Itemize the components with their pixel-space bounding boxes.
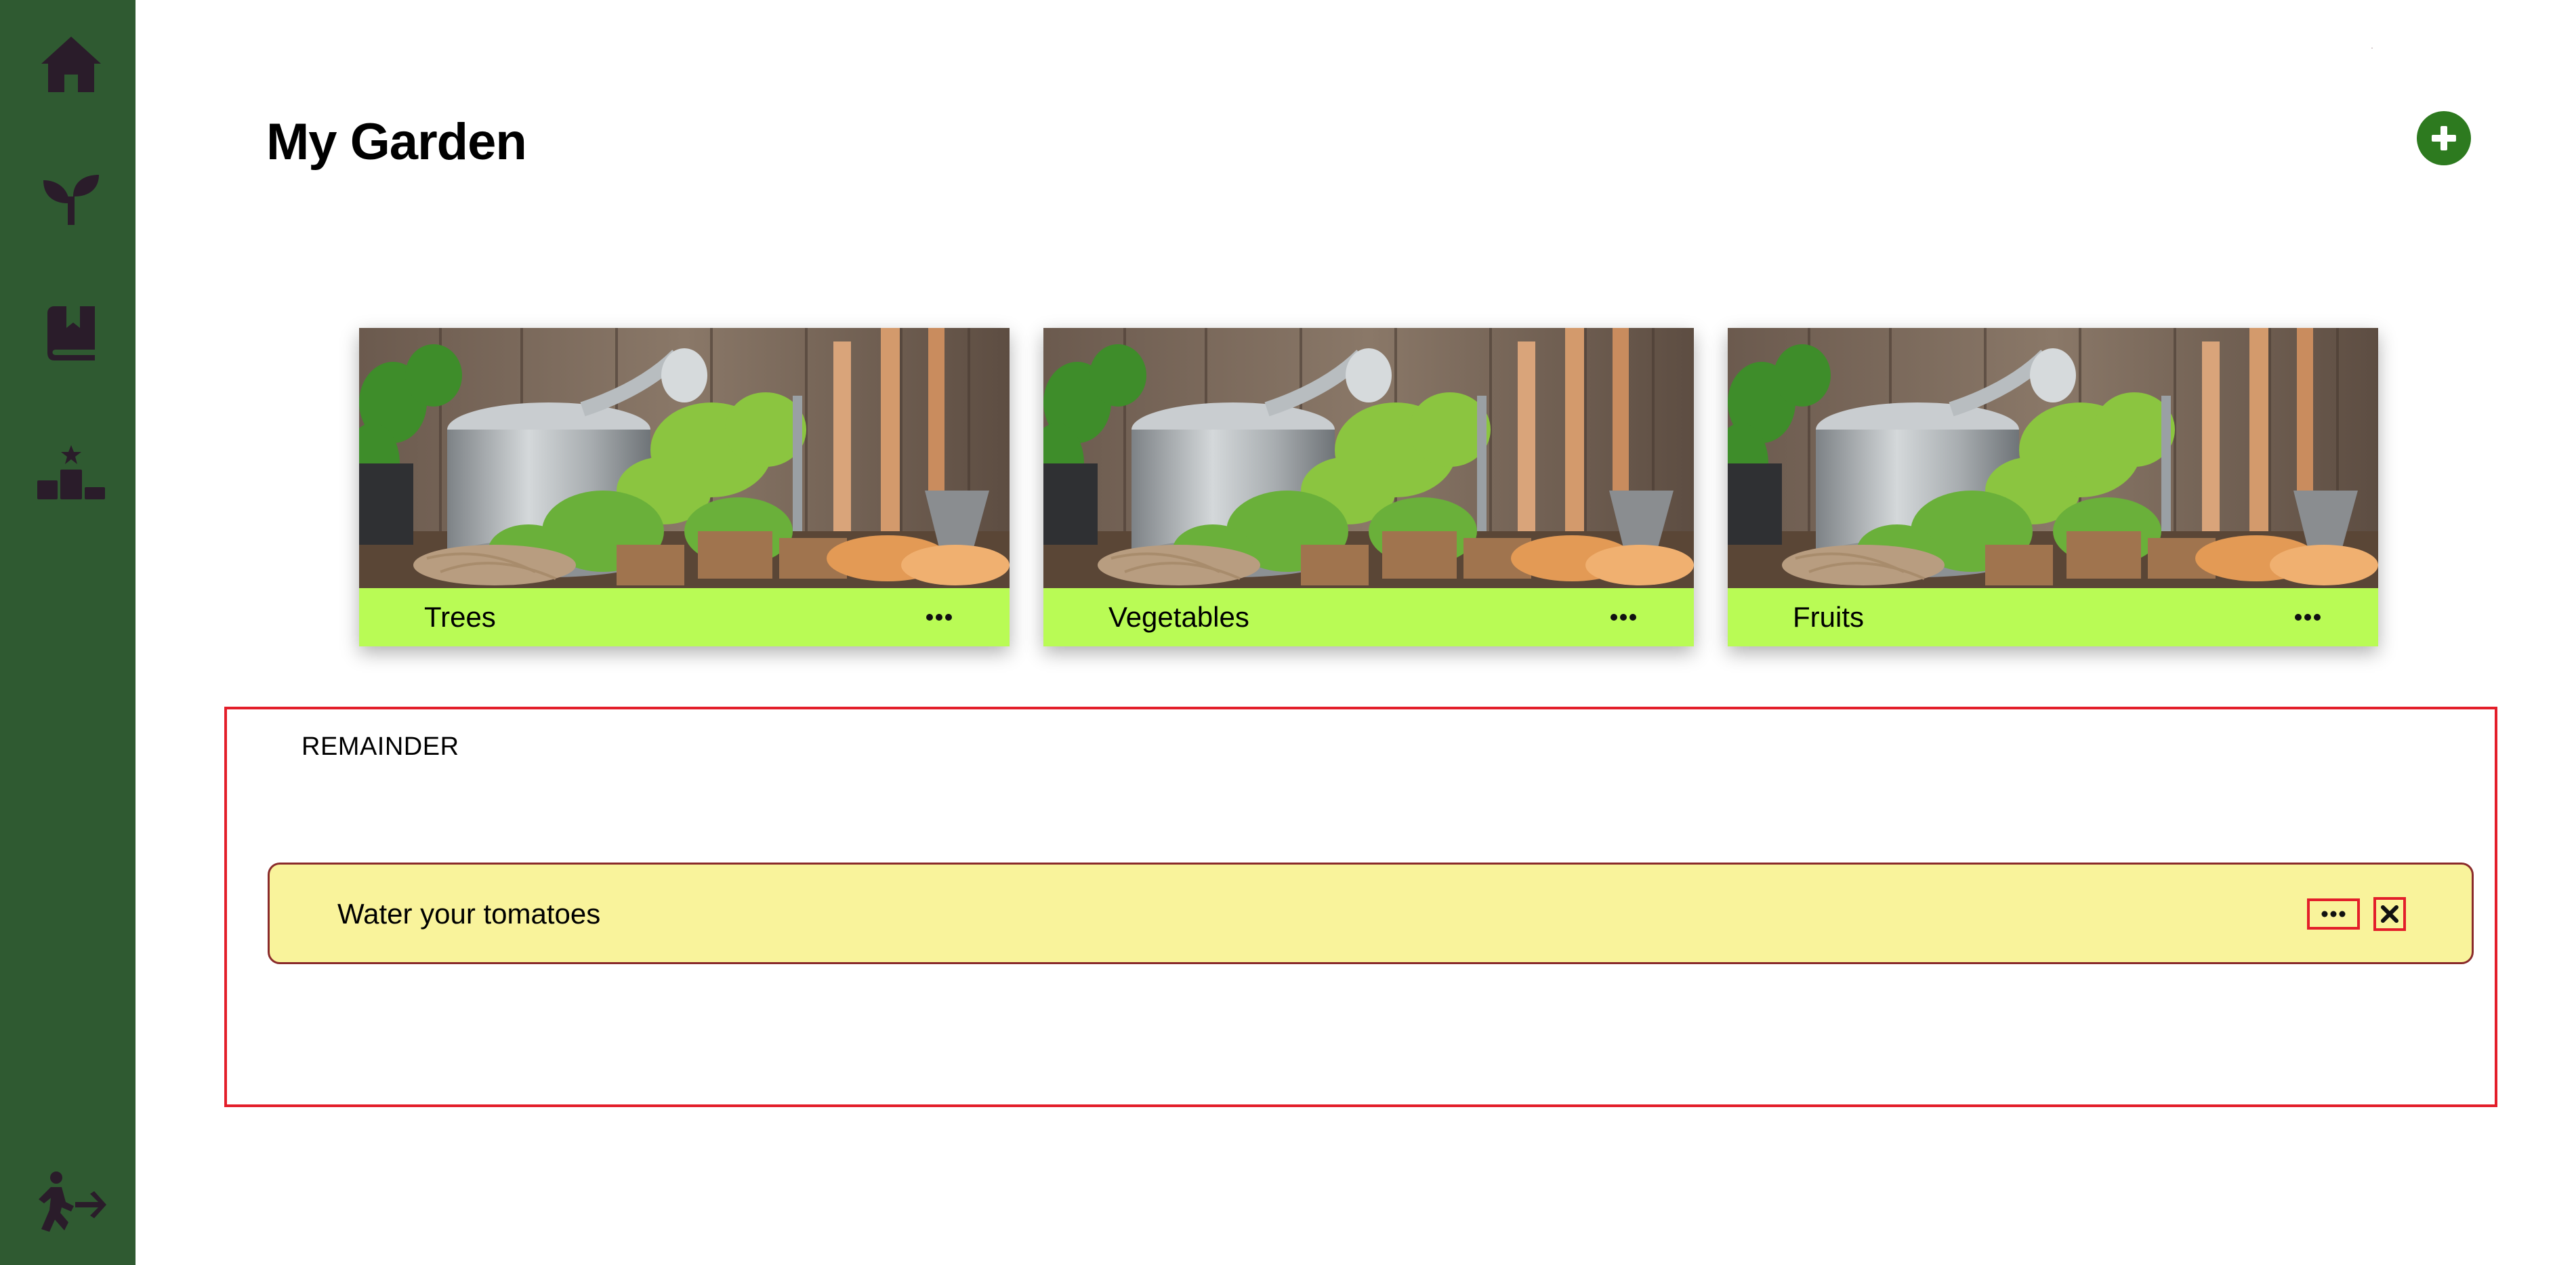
ellipsis-icon (1611, 614, 1636, 621)
page-title: My Garden (266, 113, 527, 171)
close-icon (2381, 905, 2398, 923)
ellipsis-icon (2295, 614, 2321, 621)
ellipsis-icon (2321, 911, 2346, 917)
card-menu-button[interactable] (1603, 600, 1644, 634)
card-image (359, 328, 1010, 588)
garden-card-trees[interactable]: Trees (359, 328, 1010, 646)
garden-card-vegetables[interactable]: Vegetables (1043, 328, 1694, 646)
home-icon[interactable] (34, 27, 108, 102)
sidebar (0, 0, 136, 1265)
garden-card-fruits[interactable]: Fruits (1728, 328, 2378, 646)
card-label: Trees (424, 601, 496, 633)
reminder-section: REMAINDER Water your tomatoes (224, 707, 2497, 1107)
add-garden-button[interactable] (2417, 111, 2471, 165)
card-image (1043, 328, 1694, 588)
sprout-icon[interactable] (34, 161, 108, 236)
card-label: Fruits (1793, 601, 1864, 633)
card-footer: Trees (359, 588, 1010, 646)
ellipsis-icon (926, 614, 952, 621)
book-bookmark-icon[interactable] (34, 296, 108, 371)
card-menu-button[interactable] (2287, 600, 2328, 634)
logout-person-arrow-icon[interactable] (34, 1165, 108, 1239)
card-footer: Fruits (1728, 588, 2378, 646)
card-menu-button[interactable] (919, 600, 959, 634)
card-label: Vegetables (1108, 601, 1249, 633)
decorative-dot (2371, 47, 2373, 49)
reminder-text: Water your tomatoes (337, 898, 601, 930)
ranking-podium-icon[interactable] (34, 435, 108, 510)
card-image (1728, 328, 2378, 588)
plus-icon (2432, 126, 2456, 150)
reminder-menu-button[interactable] (2307, 898, 2360, 930)
reminder-item[interactable]: Water your tomatoes (268, 863, 2474, 964)
reminder-close-button[interactable] (2373, 897, 2406, 931)
card-footer: Vegetables (1043, 588, 1694, 646)
reminder-title: REMAINDER (302, 732, 459, 761)
